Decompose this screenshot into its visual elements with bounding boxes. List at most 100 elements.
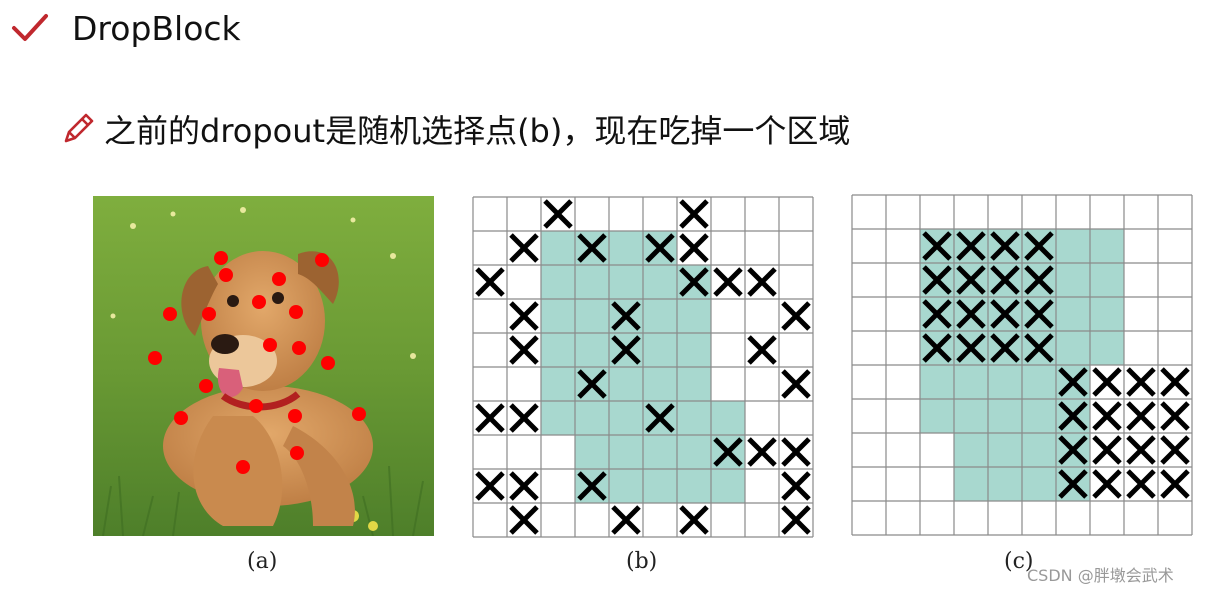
caption-b: (b) (626, 549, 658, 574)
grid-b-teal-cell (575, 333, 609, 367)
grid-c-x-mark (1160, 367, 1190, 397)
grid-c-x-mark (1126, 435, 1156, 465)
grid-b-x-mark (509, 471, 539, 501)
grid-c-x-mark (1092, 469, 1122, 499)
grid-c-teal-cell (954, 467, 988, 501)
grid-c-teal-cell (954, 365, 988, 399)
grid-b-teal-cell (643, 333, 677, 367)
grid-b-teal-cell (711, 469, 745, 503)
grid-b-x-mark (713, 267, 743, 297)
grid-b-teal-cell (643, 435, 677, 469)
grid-c-teal-cell (988, 433, 1022, 467)
grid-b-teal-cell (677, 435, 711, 469)
grid-b-teal-cell (677, 469, 711, 503)
grid-b-x-mark (509, 301, 539, 331)
grid-c-x-mark (1160, 401, 1190, 431)
pencil-icon (64, 113, 94, 143)
grid-b-teal-cell (677, 367, 711, 401)
grid-c-x-mark (1160, 435, 1190, 465)
grid-c-teal-cell (1056, 229, 1090, 263)
grid-c-teal-cell (988, 365, 1022, 399)
grid-c-x-mark (1092, 401, 1122, 431)
bullet-row: 之前的dropout是随机选择点(b)，现在吃掉一个区域 (60, 106, 850, 152)
grid-c-teal-cell (954, 399, 988, 433)
grid-b-teal-cell (575, 299, 609, 333)
dog-photo-illustration (93, 196, 434, 536)
grid-c-x-mark (1126, 469, 1156, 499)
grid-c-x-mark (1092, 367, 1122, 397)
grid-c-x-mark (1126, 401, 1156, 431)
watermark: CSDN @胖墩会武术 (1027, 566, 1174, 585)
grid-b-x-mark (747, 335, 777, 365)
grid-b-x-mark (747, 267, 777, 297)
slide-title: DropBlock (72, 8, 241, 48)
caption-a: (a) (247, 549, 278, 574)
dog-photo (93, 196, 434, 536)
grid-b-x-mark (475, 403, 505, 433)
grid-c-teal-cell (1056, 297, 1090, 331)
grid-b-teal-cell (541, 333, 575, 367)
grid-b-x-mark (747, 437, 777, 467)
grid-b-teal-cell (677, 333, 711, 367)
grid-c-x-mark (1126, 367, 1156, 397)
grid-b-x-mark (509, 233, 539, 263)
grid-b-teal-cell (575, 401, 609, 435)
grid-b-teal-cell (643, 265, 677, 299)
grid-b-teal-cell (643, 469, 677, 503)
grid-c-teal-cell (988, 399, 1022, 433)
grid-c-teal-cell (954, 433, 988, 467)
grid-c (851, 194, 1193, 536)
grid-c-teal-cell (1022, 467, 1056, 501)
grid-b (472, 196, 814, 538)
grid-c-x-mark (1092, 435, 1122, 465)
grid-b-teal-cell (677, 401, 711, 435)
grid-c-teal-cell (1022, 399, 1056, 433)
grid-b-teal-cell (541, 231, 575, 265)
grid-b-x-mark (509, 505, 539, 535)
grid-b-teal-cell (677, 299, 711, 333)
grid-b-x-mark (475, 471, 505, 501)
grid-c-teal-cell (1090, 263, 1124, 297)
title-row: DropBlock (10, 6, 241, 50)
grid-b-teal-cell (609, 265, 643, 299)
grid-b-teal-cell (609, 231, 643, 265)
grid-c-teal-cell (1022, 433, 1056, 467)
grid-b-x-mark (781, 471, 811, 501)
grid-b-x-mark (781, 505, 811, 535)
grid-b-x-mark (543, 199, 573, 229)
grid-b-teal-cell (609, 367, 643, 401)
grid-c-teal-cell (1056, 331, 1090, 365)
grid-b-x-mark (611, 505, 641, 535)
grid-c-teal-cell (1090, 331, 1124, 365)
check-icon (12, 14, 48, 41)
grid-c-teal-cell (1090, 229, 1124, 263)
grid-c-teal-cell (1056, 263, 1090, 297)
grid-b-teal-cell (609, 401, 643, 435)
grid-b-x-mark (679, 233, 709, 263)
grid-c-teal-cell (920, 399, 954, 433)
grid-b-teal-cell (541, 367, 575, 401)
grid-b-x-mark (781, 437, 811, 467)
grid-b-teal-cell (575, 265, 609, 299)
grid-b-x-mark (509, 403, 539, 433)
grid-b-x-mark (781, 301, 811, 331)
grid-c-x-mark (1160, 469, 1190, 499)
grid-c-teal-cell (1090, 297, 1124, 331)
grid-b-teal-cell (541, 265, 575, 299)
grid-b-teal-cell (541, 299, 575, 333)
grid-c-teal-cell (988, 467, 1022, 501)
grid-b-teal-cell (575, 435, 609, 469)
grid-b-teal-cell (541, 401, 575, 435)
grid-b-x-mark (781, 369, 811, 399)
grid-b-teal-cell (643, 367, 677, 401)
grid-b-x-mark (679, 505, 709, 535)
grid-b-x-mark (679, 199, 709, 229)
grid-c-teal-cell (1022, 365, 1056, 399)
grid-c-teal-cell (920, 365, 954, 399)
grid-b-x-mark (509, 335, 539, 365)
grid-b-teal-cell (643, 299, 677, 333)
grid-b-teal-cell (609, 469, 643, 503)
bullet-text: 之前的dropout是随机选择点(b)，现在吃掉一个区域 (104, 112, 851, 150)
grid-b-x-mark (475, 267, 505, 297)
grid-b-teal-cell (609, 435, 643, 469)
